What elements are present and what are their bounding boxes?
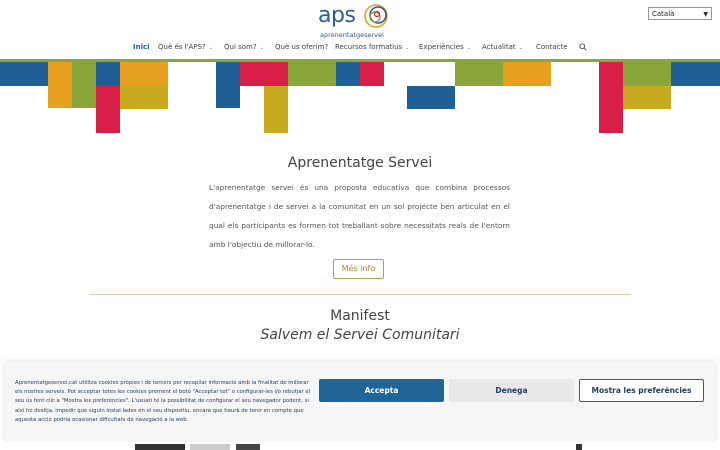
mosaic-tile xyxy=(0,62,48,86)
mosaic-tile xyxy=(336,62,360,86)
section-divider xyxy=(89,294,631,295)
page-content-below xyxy=(0,442,720,450)
accept-cookies-button[interactable]: Accepta xyxy=(319,379,444,402)
content-thumbnail xyxy=(576,444,582,450)
cookie-preferences-button[interactable]: Mostra les preferències xyxy=(579,379,704,402)
nav-item-recursos-formatius[interactable]: Recursos formatius ⌄ xyxy=(335,43,409,51)
mosaic-tile xyxy=(96,62,120,86)
cookie-notice-text: Aprenentatgeservei.cat utilitza cookies … xyxy=(15,380,311,423)
logo-tagline: aprenentatgeservei xyxy=(320,31,384,39)
hero-description: L'aprenentatge servei és una proposta ed… xyxy=(209,183,510,249)
language-select[interactable]: Català ▼ xyxy=(648,7,712,20)
chevron-down-icon: ⌄ xyxy=(208,45,213,51)
chevron-down-icon: ⌄ xyxy=(405,45,410,51)
main-nav: Inici Què és l'APS? ⌄ Qui som? ⌄ Què us of… xyxy=(0,43,720,55)
nav-item-que-us-oferim[interactable]: Què us oferim? xyxy=(275,43,328,51)
mosaic-tile xyxy=(623,86,671,109)
hero-title: Aprenentatge Servei xyxy=(287,155,433,171)
mosaic-tile xyxy=(48,62,72,108)
logo-swirl-icon xyxy=(364,4,388,28)
nav-item-actualitat[interactable]: Actualitat ⌄ xyxy=(482,43,523,51)
logo-wordmark: aps xyxy=(318,3,356,28)
mosaic-tile xyxy=(288,62,336,86)
chevron-down-icon: ⌄ xyxy=(259,45,264,51)
language-selected: Català xyxy=(652,10,675,18)
mosaic-tile xyxy=(503,62,551,86)
more-info-button[interactable]: Més info xyxy=(333,259,384,279)
manifest-title: Manifest xyxy=(330,308,390,324)
mosaic-tile xyxy=(623,62,671,86)
mosaic-tile xyxy=(96,86,120,133)
deny-cookies-button[interactable]: Denega xyxy=(449,379,574,402)
cookie-consent-banner: Aprenentatgeservei.cat utilitza cookies … xyxy=(5,362,715,442)
mosaic-tile xyxy=(360,62,384,86)
site-logo[interactable]: aps aprenentatgeservei xyxy=(318,1,394,41)
mosaic-tile xyxy=(120,62,168,86)
mosaic-tile xyxy=(671,62,720,86)
content-thumbnail xyxy=(236,444,260,450)
chevron-down-icon: ⌄ xyxy=(518,45,523,51)
content-thumbnail xyxy=(190,444,230,450)
mosaic-tile xyxy=(120,86,168,109)
search-icon[interactable] xyxy=(579,43,587,51)
content-thumbnail xyxy=(135,444,185,450)
color-mosaic-banner xyxy=(0,59,720,135)
nav-item-que-es-aps[interactable]: Què és l'APS? ⌄ xyxy=(158,43,213,51)
nav-item-contacte[interactable]: Contacte xyxy=(536,43,568,51)
manifest-subtitle: Salvem el Servei Comunitari xyxy=(260,327,460,343)
nav-item-qui-som[interactable]: Qui som? ⌄ xyxy=(224,43,264,51)
mosaic-tile xyxy=(264,86,288,133)
mosaic-tile xyxy=(240,62,288,86)
mosaic-tile xyxy=(72,62,96,108)
site-header: aps aprenentatgeservei Català ▼ Inici Qu… xyxy=(0,0,720,62)
mosaic-tile xyxy=(455,62,503,86)
chevron-down-icon: ▼ xyxy=(703,11,708,18)
chevron-down-icon: ⌄ xyxy=(466,45,471,51)
mosaic-tile xyxy=(599,62,623,133)
nav-item-experiencies[interactable]: Experiències ⌄ xyxy=(419,43,471,51)
mosaic-tile xyxy=(216,62,240,108)
mosaic-tile xyxy=(407,86,455,109)
nav-item-inici[interactable]: Inici xyxy=(133,43,150,51)
